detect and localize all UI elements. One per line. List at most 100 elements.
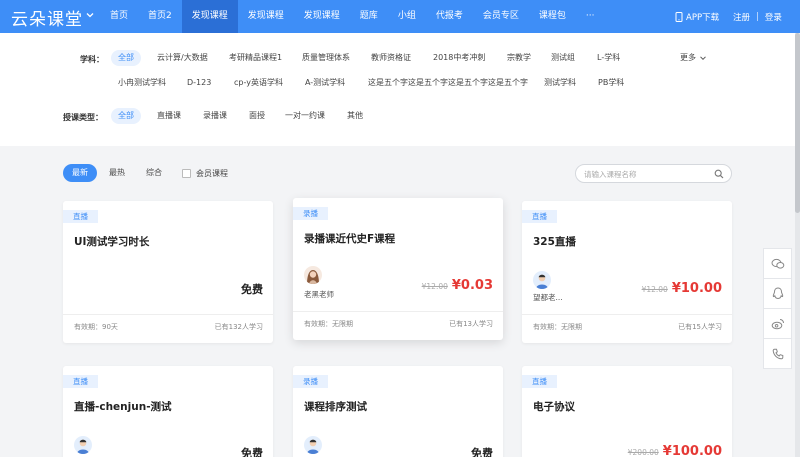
type-chip-all[interactable]: 全部 xyxy=(111,108,141,124)
main-nav: 首页 首页2 发现课程 发现课程 发现课程 题库 小组 代报考 会员专区 课程包… xyxy=(100,0,604,33)
course-search-input[interactable] xyxy=(584,168,709,180)
course-card[interactable]: 录播 录播课近代史F课程 老黑老师 ¥12.00 ¥0.03 有效期：无限期 已… xyxy=(293,198,503,340)
nav-item-discover-3[interactable]: 发现课程 xyxy=(294,0,350,33)
subject-chip[interactable]: 这是五个字这是五个字这是五个字这是五个字 xyxy=(361,75,535,91)
search-icon[interactable] xyxy=(714,169,724,179)
course-validity: 有效期：无限期 xyxy=(304,320,353,328)
top-navbar: 云朵课堂 首页 首页2 发现课程 发现课程 发现课程 题库 小组 代报考 会员专… xyxy=(0,0,800,33)
site-logo[interactable]: 云朵课堂 xyxy=(11,5,83,30)
subject-chip[interactable]: 测试组 xyxy=(544,50,582,66)
nav-item-vip[interactable]: 会员专区 xyxy=(473,0,529,33)
course-card[interactable]: 录播 课程排序测试 免费 xyxy=(293,366,503,457)
course-search xyxy=(575,164,732,183)
subject-chip[interactable]: 云计算/大数据 xyxy=(150,50,215,66)
original-price: ¥12.00 xyxy=(641,285,668,294)
course-type-badge: 直播 xyxy=(63,375,98,388)
chevron-down-icon xyxy=(700,55,706,60)
nav-item-more[interactable]: ··· xyxy=(576,0,605,33)
subject-chip[interactable]: A-测试学科 xyxy=(298,75,352,91)
course-validity: 有效期：无限期 xyxy=(533,323,582,331)
nav-item-exam-proxy[interactable]: 代报考 xyxy=(426,0,473,33)
sort-hottest[interactable]: 最热 xyxy=(100,164,134,182)
course-title[interactable]: 录播课近代史F课程 xyxy=(304,231,395,246)
nav-item-home[interactable]: 首页 xyxy=(100,0,138,33)
vip-checkbox[interactable] xyxy=(182,168,191,178)
qq-button[interactable] xyxy=(763,278,792,309)
chevron-down-icon[interactable] xyxy=(85,10,95,20)
vip-label: 会员课程 xyxy=(196,168,228,178)
subject-chip[interactable]: PB学科 xyxy=(591,75,631,91)
course-title[interactable]: 课程排序测试 xyxy=(304,399,367,414)
course-card[interactable]: 直播 电子协议 ¥200.00 ¥100.00 xyxy=(522,366,732,457)
teacher-name: 望都老... xyxy=(533,293,563,302)
subject-chip[interactable]: 宗教学 xyxy=(500,50,538,66)
nav-item-course-pack[interactable]: 课程包 xyxy=(529,0,576,33)
sale-price: ¥100.00 xyxy=(662,444,722,457)
course-price-free: 免费 xyxy=(471,447,493,457)
type-chip[interactable]: 一对一约课 xyxy=(278,108,332,124)
nav-item-discover-2[interactable]: 发现课程 xyxy=(238,0,294,33)
auth-links: 注册 | 登录 xyxy=(733,0,782,33)
course-learners: 已有15人学习 xyxy=(678,323,722,331)
nav-item-discover-active[interactable]: 发现课程 xyxy=(181,0,238,33)
subject-filter-label: 学科： xyxy=(80,55,104,64)
subject-chip[interactable]: 考研精品课程1 xyxy=(222,50,289,66)
wechat-icon xyxy=(771,258,784,269)
subject-chip[interactable]: 教师资格证 xyxy=(364,50,418,66)
course-title[interactable]: UI测试学习时长 xyxy=(74,234,149,249)
more-subjects-toggle[interactable]: 更多 xyxy=(680,52,707,63)
course-validity: 有效期：90天 xyxy=(74,323,118,331)
login-link[interactable]: 登录 xyxy=(765,11,782,23)
side-toolbar xyxy=(763,248,792,369)
subject-chip[interactable]: 质量管理体系 xyxy=(295,50,357,66)
course-type-badge: 直播 xyxy=(522,210,557,223)
course-learners: 已有13人学习 xyxy=(449,320,493,328)
page-scrollbar[interactable] xyxy=(795,33,800,457)
phone-device-icon xyxy=(675,11,683,22)
weibo-icon xyxy=(771,318,784,329)
teacher-avatar-image xyxy=(533,271,551,289)
teacher-avatar xyxy=(533,271,551,289)
course-title[interactable]: 直播-chenjun-测试 xyxy=(74,399,172,414)
course-card[interactable]: 直播 UI测试学习时长 免费 有效期：90天 已有132人学习 xyxy=(63,201,273,343)
course-price: ¥200.00 ¥100.00 xyxy=(628,444,722,457)
subject-chip[interactable]: D-123 xyxy=(180,75,218,91)
scrollbar-thumb[interactable] xyxy=(795,33,800,213)
subject-chip[interactable]: 测试学科 xyxy=(537,75,583,91)
course-type-badge: 直播 xyxy=(63,210,98,223)
course-title[interactable]: 325直播 xyxy=(533,234,576,249)
course-price: ¥12.00 ¥10.00 xyxy=(642,281,722,296)
subject-chip[interactable]: 小冉测试学科 xyxy=(111,75,173,91)
teacher-avatar xyxy=(304,436,322,454)
phone-button[interactable] xyxy=(763,338,792,369)
course-card[interactable]: 直播 直播-chenjun-测试 免费 xyxy=(63,366,273,457)
type-chip[interactable]: 直播课 xyxy=(150,108,188,124)
course-card[interactable]: 直播 325直播 望都老... ¥12.00 ¥10.00 有效期：无限期 已有… xyxy=(522,201,732,343)
subject-chip[interactable]: cp-y英语学科 xyxy=(227,75,290,91)
subject-chip[interactable]: L-学科 xyxy=(590,50,627,66)
nav-item-question-bank[interactable]: 题库 xyxy=(350,0,388,33)
course-price-free: 免费 xyxy=(241,447,263,457)
teacher-avatar xyxy=(74,436,92,454)
sale-price: ¥10.00 xyxy=(671,281,722,296)
subject-chip[interactable]: 2018中考冲刺 xyxy=(426,50,492,66)
type-chip[interactable]: 面授 xyxy=(242,108,272,124)
auth-separator: | xyxy=(756,11,759,22)
nav-item-home2[interactable]: 首页2 xyxy=(138,0,182,33)
sort-overall[interactable]: 综合 xyxy=(137,164,171,182)
course-price: ¥12.00 ¥0.03 xyxy=(422,278,493,293)
subject-chip-all[interactable]: 全部 xyxy=(111,50,141,66)
type-chip[interactable]: 其他 xyxy=(340,108,370,124)
sort-newest[interactable]: 最新 xyxy=(63,164,97,182)
weibo-button[interactable] xyxy=(763,308,792,339)
app-download-link[interactable]: APP下载 xyxy=(675,0,719,33)
type-chip[interactable]: 录播课 xyxy=(196,108,234,124)
wechat-button[interactable] xyxy=(763,248,792,279)
vip-course-filter[interactable]: 会员课程 xyxy=(182,168,228,179)
phone-icon xyxy=(772,348,783,359)
course-title[interactable]: 电子协议 xyxy=(533,399,575,414)
course-type-badge: 录播 xyxy=(293,207,328,220)
nav-item-group[interactable]: 小组 xyxy=(388,0,426,33)
sale-price: ¥0.03 xyxy=(451,278,493,293)
register-link[interactable]: 注册 xyxy=(733,11,750,23)
